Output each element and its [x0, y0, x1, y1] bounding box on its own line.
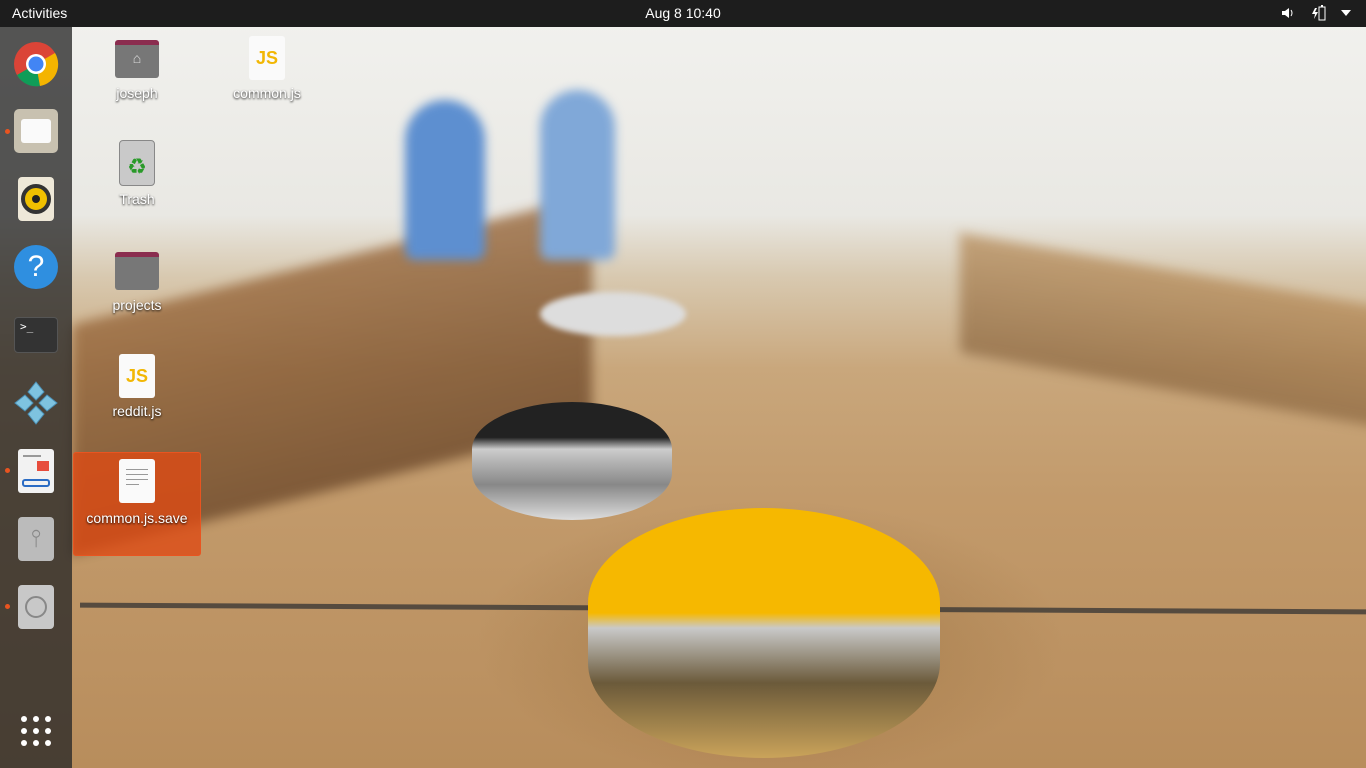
desktop-icon-common-js[interactable]: JS common.js: [203, 34, 331, 101]
wallpaper-rail-right: [960, 232, 1366, 428]
dock-item-document-viewer[interactable]: [12, 447, 60, 495]
js-file-icon: JS: [113, 352, 161, 400]
dock-item-help[interactable]: ?: [12, 243, 60, 291]
files-icon: [14, 109, 58, 153]
wallpaper-person: [405, 100, 485, 260]
disc-icon: [18, 585, 54, 629]
dock-item-rhythmbox[interactable]: [12, 175, 60, 223]
dock-item-files[interactable]: [12, 107, 60, 155]
wallpaper-puck: [588, 508, 940, 758]
running-indicator: [5, 468, 10, 473]
dock-item-chrome[interactable]: [12, 40, 60, 88]
show-applications-button[interactable]: [12, 707, 60, 755]
system-tray[interactable]: [1280, 4, 1352, 22]
dock-item-usb-drive[interactable]: ⫯: [12, 515, 60, 563]
chrome-icon: [14, 42, 59, 87]
trash-icon: ♻: [113, 140, 161, 188]
app-grid-icon: [21, 716, 51, 746]
dock-item-terminal[interactable]: >_: [12, 311, 60, 359]
terminal-icon: >_: [14, 317, 58, 353]
wallpaper-puck: [540, 292, 686, 336]
help-icon: ?: [14, 245, 58, 289]
usb-icon: ⫯: [18, 517, 54, 561]
desktop-icon-joseph[interactable]: ⌂ joseph: [73, 34, 201, 101]
desktop-icon-label: Trash: [119, 191, 155, 207]
folder-icon: [113, 246, 161, 294]
volume-icon: [1282, 8, 1293, 18]
desktop-icon-label: projects: [112, 297, 162, 313]
document-viewer-icon: [18, 449, 54, 493]
dock-item-optical-disc[interactable]: [12, 583, 60, 631]
clock[interactable]: Aug 8 10:40: [0, 5, 1366, 21]
js-file-icon: JS: [243, 34, 291, 82]
ppsspp-icon: [14, 381, 58, 425]
dock-item-ppsspp[interactable]: [12, 379, 60, 427]
battery-icon: [1312, 5, 1326, 21]
desktop-icon-label: common.js: [233, 85, 301, 101]
running-indicator: [5, 129, 10, 134]
desktop-icon-label: common.js.save: [86, 510, 188, 526]
dock: ? >_ ⫯: [0, 27, 72, 768]
speaker-icon: [18, 177, 54, 221]
desktop-icon-label: joseph: [116, 85, 158, 101]
desktop-wallpaper: [0, 0, 1366, 768]
home-folder-icon: ⌂: [113, 34, 161, 82]
desktop-icon-label: reddit.js: [112, 403, 162, 419]
desktop-icon-reddit-js[interactable]: JS reddit.js: [73, 352, 201, 419]
system-menu-chevron-icon: [1341, 10, 1351, 16]
desktop-icon-common-js-save[interactable]: common.js.save: [73, 452, 201, 556]
desktop-icon-projects[interactable]: projects: [73, 246, 201, 313]
desktop-icon-trash[interactable]: ♻ Trash: [73, 140, 201, 207]
text-file-icon: [113, 459, 161, 507]
wallpaper-person: [540, 90, 615, 260]
wallpaper-puck: [472, 402, 672, 520]
running-indicator: [5, 604, 10, 609]
top-bar: Activities Aug 8 10:40: [0, 0, 1366, 27]
